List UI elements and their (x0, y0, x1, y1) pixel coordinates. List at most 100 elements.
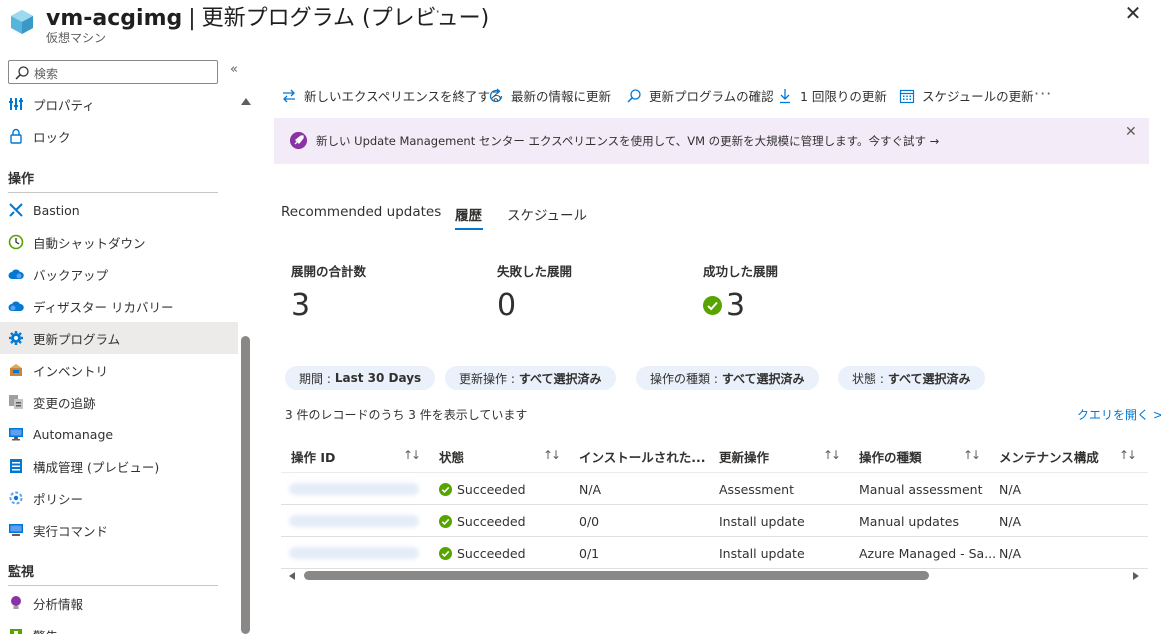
sidebar-item-disaster-recovery[interactable]: ディザスター リカバリー (0, 290, 238, 322)
sidebar-item-auto-shutdown[interactable]: 自動シャットダウン (0, 226, 238, 258)
operation-id-cell-redacted[interactable] (289, 537, 419, 569)
sort-icon[interactable]: ↑↓ (1119, 448, 1137, 462)
open-query-link[interactable]: クエリを開く > (1077, 406, 1161, 423)
maintenance-config-cell: N/A (999, 513, 1022, 529)
operation-id-cell-redacted[interactable] (289, 473, 419, 505)
installed-cell: 0/0 (579, 513, 600, 529)
installed-cell: N/A (579, 481, 602, 497)
sidebar-item-label: 自動シャットダウン (33, 235, 146, 251)
sidebar-item-bastion[interactable]: Bastion (0, 194, 238, 226)
column-header-update-operation[interactable]: 更新操作 (719, 440, 769, 472)
tab-schedule[interactable]: スケジュール (507, 204, 587, 224)
sidebar-item-properties[interactable]: プロパティ (0, 88, 238, 120)
section-heading-operations: 操作 (8, 172, 35, 187)
refresh-button[interactable]: 最新の情報に更新 (487, 86, 611, 105)
search-input[interactable]: 検索 (8, 60, 218, 84)
tab-recommended-updates[interactable]: Recommended updates (281, 204, 441, 220)
sort-icon[interactable]: ↑↓ (543, 448, 561, 462)
sidebar-scrollbar-thumb[interactable] (241, 336, 250, 634)
column-header-maintenance-config[interactable]: メンテナンス構成 (999, 440, 1099, 472)
operation-type-cell: Manual assessment (859, 481, 983, 497)
filter-pill-status[interactable]: 状態 : すべて選択済み (838, 366, 985, 390)
sidebar-item-lock[interactable]: ロック (0, 120, 238, 152)
tab-history[interactable]: 履歴 (455, 204, 482, 224)
stat-value: 0 (497, 288, 517, 323)
rocket-icon (290, 132, 307, 149)
virtual-machine-icon (11, 10, 33, 34)
search-icon (15, 66, 29, 80)
sidebar-item-backup[interactable]: バックアップ (0, 258, 238, 290)
stat-failed-deployments: 失敗した展開 0 (497, 261, 572, 323)
filter-pill-update-operation[interactable]: 更新操作 : すべて選択済み (445, 366, 616, 390)
update-operation-cell: Assessment (719, 481, 794, 497)
schedule-update-button[interactable]: スケジュールの更新 (898, 86, 1034, 105)
page-name: 更新プログラム (プレビュー) (201, 6, 490, 31)
scroll-left-arrow-icon[interactable] (289, 572, 295, 580)
operation-id-cell-redacted[interactable] (289, 505, 419, 537)
sidebar-item-label: 更新プログラム (33, 331, 121, 347)
column-header-installed[interactable]: インストールされた... (579, 440, 706, 472)
change-tracking-icon (7, 393, 25, 411)
horizontal-scrollbar-thumb[interactable] (304, 571, 929, 580)
stat-label: 失敗した展開 (497, 264, 573, 279)
filter-pill-operation-type[interactable]: 操作の種類 : すべて選択済み (636, 366, 819, 390)
sidebar-item-insights[interactable]: 分析情報 (0, 587, 238, 619)
sidebar-item-policy[interactable]: ポリシー (0, 482, 238, 514)
table-horizontal-scrollbar[interactable] (285, 569, 1145, 583)
installed-cell: 0/1 (579, 545, 600, 561)
table-row[interactable]: Succeeded N/A Assessment Manual assessme… (281, 473, 1148, 505)
stat-label: 展開の合計数 (291, 264, 367, 279)
redacted-id (289, 547, 419, 559)
filter-value: すべて選択済み (887, 371, 971, 386)
sidebar-item-label: 警告 (33, 626, 58, 634)
success-check-icon (439, 482, 452, 496)
column-header-status[interactable]: 状態 (439, 440, 464, 472)
record-count-text: 3 件のレコードのうち 3 件を表示しています (285, 408, 528, 422)
filter-value: すべて選択済み (721, 371, 805, 386)
sort-icon[interactable]: ↑↓ (403, 448, 421, 462)
stat-label: 成功した展開 (703, 264, 779, 279)
disaster-recovery-cloud-icon (7, 297, 25, 315)
sidebar-item-label: ディザスター リカバリー (33, 299, 174, 315)
sidebar-item-updates[interactable]: 更新プログラム (0, 322, 238, 354)
sidebar-item-inventory[interactable]: インベントリ (0, 354, 238, 386)
sidebar-item-alerts[interactable]: 警告 (0, 619, 238, 634)
switch-arrows-icon (280, 87, 298, 105)
sidebar-item-automanage[interactable]: Automanage (0, 418, 238, 450)
close-icon[interactable]: ✕ (1123, 3, 1143, 23)
sidebar-item-label: ロック (33, 129, 71, 145)
exit-new-experience-button[interactable]: 新しいエクスペリエンスを終了する (280, 86, 503, 105)
sort-icon[interactable]: ↑↓ (823, 448, 841, 462)
resource-type: 仮想マシン (46, 31, 107, 45)
section-divider (8, 192, 218, 193)
success-check-icon (439, 514, 452, 528)
status-cell: Succeeded (439, 505, 526, 537)
filter-key: 更新操作 : (459, 371, 515, 386)
run-command-icon (7, 521, 25, 539)
toolbar-more-button[interactable]: ··· (1034, 84, 1052, 103)
scroll-right-arrow-icon[interactable] (1133, 572, 1139, 580)
search-placeholder: 検索 (34, 67, 59, 81)
collapse-sidebar-button[interactable]: « (230, 62, 238, 77)
scroll-up-arrow-icon[interactable] (241, 98, 251, 105)
column-header-operation-type[interactable]: 操作の種類 (859, 440, 922, 472)
sidebar-item-change-tracking[interactable]: 変更の追跡 (0, 386, 238, 418)
filter-pill-period[interactable]: 期間 : Last 30 Days (285, 366, 436, 390)
table-row[interactable]: Succeeded 0/0 Install update Manual upda… (281, 505, 1148, 537)
banner-close-icon[interactable]: ✕ (1125, 124, 1137, 140)
status-text: Succeeded (457, 513, 526, 529)
policy-gear-icon (7, 489, 25, 507)
maintenance-config-cell: N/A (999, 545, 1022, 561)
operation-type-cell: Manual updates (859, 513, 959, 529)
column-header-operation-id[interactable]: 操作 ID (291, 440, 335, 472)
header-more-button[interactable]: ··· (423, 2, 441, 21)
one-time-update-button[interactable]: 1 回限りの更新 (776, 86, 887, 105)
sidebar-item-configuration-management[interactable]: 構成管理 (プレビュー) (0, 450, 238, 482)
page-header: vm-acgimg | 更新プログラム (プレビュー) ··· 仮想マシン ✕ (0, 0, 1161, 52)
alerts-icon (7, 626, 25, 634)
banner-message-link[interactable]: 新しい Update Management センター エクスペリエンスを使用して… (316, 133, 939, 149)
table-row[interactable]: Succeeded 0/1 Install update Azure Manag… (281, 537, 1148, 569)
check-updates-button[interactable]: 更新プログラムの確認 (625, 86, 774, 105)
sort-icon[interactable]: ↑↓ (963, 448, 981, 462)
sidebar-item-run-command[interactable]: 実行コマンド (0, 514, 238, 546)
